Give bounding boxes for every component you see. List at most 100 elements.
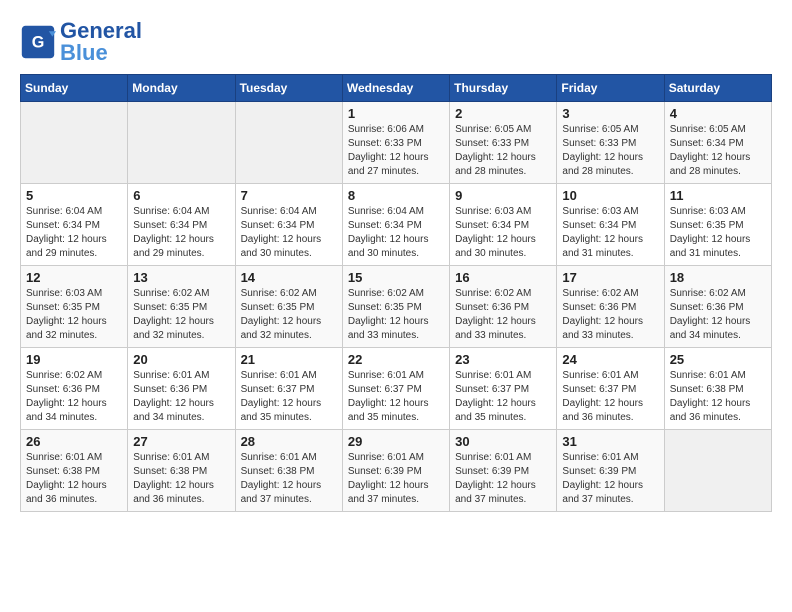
calendar-table: SundayMondayTuesdayWednesdayThursdayFrid… — [20, 74, 772, 512]
day-info: Sunrise: 6:02 AM Sunset: 6:36 PM Dayligh… — [670, 287, 766, 343]
day-number: 29 — [348, 434, 444, 449]
logo-text: GeneralBlue — [60, 20, 142, 64]
logo: G GeneralBlue — [20, 20, 142, 64]
day-number: 22 — [348, 352, 444, 367]
day-info: Sunrise: 6:01 AM Sunset: 6:38 PM Dayligh… — [133, 451, 229, 507]
calendar-cell: 9 Sunrise: 6:03 AM Sunset: 6:34 PM Daylig… — [450, 184, 557, 266]
week-row-2: 12 Sunrise: 6:03 AM Sunset: 6:35 PM Dayli… — [21, 266, 772, 348]
calendar-cell: 14 Sunrise: 6:02 AM Sunset: 6:35 PM Dayli… — [235, 266, 342, 348]
day-number: 23 — [455, 352, 551, 367]
calendar-cell: 19Sunrise: 6:02 AM Sunset: 6:36 PM Dayli… — [21, 348, 128, 430]
calendar-cell — [664, 430, 771, 512]
calendar-cell — [128, 102, 235, 184]
day-number: 28 — [241, 434, 337, 449]
calendar-cell: 25 Sunrise: 6:01 AM Sunset: 6:38 PM Dayli… — [664, 348, 771, 430]
day-info: Sunrise: 6:04 AM Sunset: 6:34 PM Dayligh… — [133, 205, 229, 261]
svg-text:G: G — [32, 33, 45, 51]
week-row-3: 19Sunrise: 6:02 AM Sunset: 6:36 PM Dayli… — [21, 348, 772, 430]
day-info: Sunrise: 6:04 AM Sunset: 6:34 PM Dayligh… — [241, 205, 337, 261]
day-number: 24 — [562, 352, 658, 367]
day-number: 17 — [562, 270, 658, 285]
calendar-cell: 13 Sunrise: 6:02 AM Sunset: 6:35 PM Dayli… — [128, 266, 235, 348]
weekday-header-saturday: Saturday — [664, 75, 771, 102]
calendar-cell: 17Sunrise: 6:02 AM Sunset: 6:36 PM Dayli… — [557, 266, 664, 348]
calendar-cell: 16Sunrise: 6:02 AM Sunset: 6:36 PM Dayli… — [450, 266, 557, 348]
calendar-cell: 20 Sunrise: 6:01 AM Sunset: 6:36 PM Dayli… — [128, 348, 235, 430]
calendar-cell: 18 Sunrise: 6:02 AM Sunset: 6:36 PM Dayli… — [664, 266, 771, 348]
calendar-cell: 26 Sunrise: 6:01 AM Sunset: 6:38 PM Dayli… — [21, 430, 128, 512]
day-info: Sunrise: 6:01 AM Sunset: 6:37 PM Dayligh… — [348, 369, 444, 425]
day-number: 15 — [348, 270, 444, 285]
day-number: 2 — [455, 106, 551, 121]
day-number: 21 — [241, 352, 337, 367]
day-info: Sunrise: 6:01 AM Sunset: 6:38 PM Dayligh… — [26, 451, 122, 507]
day-info: Sunrise: 6:03 AM Sunset: 6:34 PM Dayligh… — [562, 205, 658, 261]
day-info: Sunrise: 6:03 AM Sunset: 6:35 PM Dayligh… — [26, 287, 122, 343]
day-number: 20 — [133, 352, 229, 367]
day-number: 10 — [562, 188, 658, 203]
calendar-cell: 23 Sunrise: 6:01 AM Sunset: 6:37 PM Dayli… — [450, 348, 557, 430]
calendar-cell: 12 Sunrise: 6:03 AM Sunset: 6:35 PM Dayli… — [21, 266, 128, 348]
day-number: 31 — [562, 434, 658, 449]
day-number: 1 — [348, 106, 444, 121]
day-number: 7 — [241, 188, 337, 203]
calendar-cell — [21, 102, 128, 184]
day-info: Sunrise: 6:02 AM Sunset: 6:35 PM Dayligh… — [348, 287, 444, 343]
day-info: Sunrise: 6:03 AM Sunset: 6:34 PM Dayligh… — [455, 205, 551, 261]
day-info: Sunrise: 6:03 AM Sunset: 6:35 PM Dayligh… — [670, 205, 766, 261]
weekday-header-wednesday: Wednesday — [342, 75, 449, 102]
day-info: Sunrise: 6:01 AM Sunset: 6:39 PM Dayligh… — [455, 451, 551, 507]
calendar-cell: 3 Sunrise: 6:05 AM Sunset: 6:33 PM Daylig… — [557, 102, 664, 184]
day-info: Sunrise: 6:02 AM Sunset: 6:35 PM Dayligh… — [133, 287, 229, 343]
day-info: Sunrise: 6:01 AM Sunset: 6:37 PM Dayligh… — [562, 369, 658, 425]
day-number: 14 — [241, 270, 337, 285]
weekday-header-tuesday: Tuesday — [235, 75, 342, 102]
day-number: 6 — [133, 188, 229, 203]
weekday-header-friday: Friday — [557, 75, 664, 102]
day-info: Sunrise: 6:01 AM Sunset: 6:37 PM Dayligh… — [455, 369, 551, 425]
weekday-header-thursday: Thursday — [450, 75, 557, 102]
day-info: Sunrise: 6:02 AM Sunset: 6:35 PM Dayligh… — [241, 287, 337, 343]
day-info: Sunrise: 6:01 AM Sunset: 6:36 PM Dayligh… — [133, 369, 229, 425]
weekday-header-monday: Monday — [128, 75, 235, 102]
day-info: Sunrise: 6:01 AM Sunset: 6:38 PM Dayligh… — [670, 369, 766, 425]
calendar-cell: 24 Sunrise: 6:01 AM Sunset: 6:37 PM Dayli… — [557, 348, 664, 430]
day-info: Sunrise: 6:04 AM Sunset: 6:34 PM Dayligh… — [348, 205, 444, 261]
day-number: 3 — [562, 106, 658, 121]
calendar-cell — [235, 102, 342, 184]
calendar-cell: 15 Sunrise: 6:02 AM Sunset: 6:35 PM Dayli… — [342, 266, 449, 348]
day-info: Sunrise: 6:01 AM Sunset: 6:38 PM Dayligh… — [241, 451, 337, 507]
day-number: 18 — [670, 270, 766, 285]
day-number: 25 — [670, 352, 766, 367]
day-info: Sunrise: 6:01 AM Sunset: 6:39 PM Dayligh… — [562, 451, 658, 507]
day-number: 19 — [26, 352, 122, 367]
day-info: Sunrise: 6:05 AM Sunset: 6:33 PM Dayligh… — [562, 123, 658, 179]
calendar-cell: 4 Sunrise: 6:05 AM Sunset: 6:34 PM Daylig… — [664, 102, 771, 184]
calendar-cell: 28 Sunrise: 6:01 AM Sunset: 6:38 PM Dayli… — [235, 430, 342, 512]
week-row-0: 1Sunrise: 6:06 AM Sunset: 6:33 PM Daylig… — [21, 102, 772, 184]
calendar-cell: 11Sunrise: 6:03 AM Sunset: 6:35 PM Dayli… — [664, 184, 771, 266]
day-number: 5 — [26, 188, 122, 203]
day-number: 4 — [670, 106, 766, 121]
calendar-cell: 29 Sunrise: 6:01 AM Sunset: 6:39 PM Dayli… — [342, 430, 449, 512]
day-number: 16 — [455, 270, 551, 285]
day-info: Sunrise: 6:01 AM Sunset: 6:37 PM Dayligh… — [241, 369, 337, 425]
weekday-header-sunday: Sunday — [21, 75, 128, 102]
calendar-cell: 2 Sunrise: 6:05 AM Sunset: 6:33 PM Daylig… — [450, 102, 557, 184]
day-info: Sunrise: 6:04 AM Sunset: 6:34 PM Dayligh… — [26, 205, 122, 261]
day-number: 9 — [455, 188, 551, 203]
calendar-cell: 10 Sunrise: 6:03 AM Sunset: 6:34 PM Dayli… — [557, 184, 664, 266]
logo-icon: G — [20, 24, 56, 60]
calendar-cell: 30 Sunrise: 6:01 AM Sunset: 6:39 PM Dayli… — [450, 430, 557, 512]
day-info: Sunrise: 6:05 AM Sunset: 6:33 PM Dayligh… — [455, 123, 551, 179]
day-info: Sunrise: 6:05 AM Sunset: 6:34 PM Dayligh… — [670, 123, 766, 179]
calendar-cell: 6 Sunrise: 6:04 AM Sunset: 6:34 PM Daylig… — [128, 184, 235, 266]
weekday-header-row: SundayMondayTuesdayWednesdayThursdayFrid… — [21, 75, 772, 102]
day-number: 13 — [133, 270, 229, 285]
day-number: 27 — [133, 434, 229, 449]
day-number: 12 — [26, 270, 122, 285]
calendar-cell: 1Sunrise: 6:06 AM Sunset: 6:33 PM Daylig… — [342, 102, 449, 184]
day-number: 30 — [455, 434, 551, 449]
day-number: 26 — [26, 434, 122, 449]
day-info: Sunrise: 6:01 AM Sunset: 6:39 PM Dayligh… — [348, 451, 444, 507]
